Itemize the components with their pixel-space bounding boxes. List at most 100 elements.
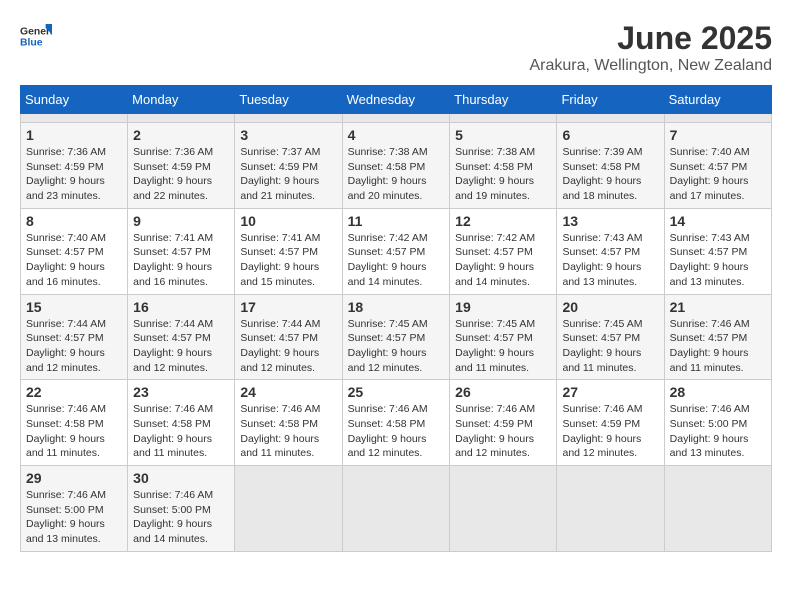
day-info: Sunrise: 7:46 AMSunset: 4:59 PMDaylight:… <box>562 402 658 461</box>
day-number: 6 <box>562 127 658 143</box>
header-wednesday: Wednesday <box>342 86 450 114</box>
day-number: 8 <box>26 213 122 229</box>
day-info: Sunrise: 7:40 AMSunset: 4:57 PMDaylight:… <box>26 231 122 290</box>
table-row <box>235 114 342 123</box>
table-row: 15 Sunrise: 7:44 AMSunset: 4:57 PMDayligh… <box>21 294 128 380</box>
day-info: Sunrise: 7:46 AMSunset: 4:58 PMDaylight:… <box>133 402 229 461</box>
day-number: 22 <box>26 384 122 400</box>
day-info: Sunrise: 7:46 AMSunset: 5:00 PMDaylight:… <box>133 488 229 547</box>
calendar-week-row: 22 Sunrise: 7:46 AMSunset: 4:58 PMDayligh… <box>21 380 772 466</box>
table-row: 20 Sunrise: 7:45 AMSunset: 4:57 PMDayligh… <box>557 294 664 380</box>
day-info: Sunrise: 7:46 AMSunset: 5:00 PMDaylight:… <box>26 488 122 547</box>
day-info: Sunrise: 7:38 AMSunset: 4:58 PMDaylight:… <box>348 145 445 204</box>
day-number: 16 <box>133 299 229 315</box>
table-row <box>235 466 342 552</box>
logo: General Blue <box>20 20 52 52</box>
calendar-week-row: 1 Sunrise: 7:36 AMSunset: 4:59 PMDaylight… <box>21 123 772 209</box>
table-row: 18 Sunrise: 7:45 AMSunset: 4:57 PMDayligh… <box>342 294 450 380</box>
calendar-week-row: 8 Sunrise: 7:40 AMSunset: 4:57 PMDaylight… <box>21 208 772 294</box>
table-row <box>21 114 128 123</box>
header-saturday: Saturday <box>664 86 771 114</box>
calendar-table: Sunday Monday Tuesday Wednesday Thursday… <box>20 85 772 552</box>
month-title: June 2025 <box>530 20 773 57</box>
day-number: 30 <box>133 470 229 486</box>
table-row: 3 Sunrise: 7:37 AMSunset: 4:59 PMDaylight… <box>235 123 342 209</box>
day-info: Sunrise: 7:39 AMSunset: 4:58 PMDaylight:… <box>562 145 658 204</box>
day-number: 11 <box>348 213 445 229</box>
day-number: 2 <box>133 127 229 143</box>
table-row: 23 Sunrise: 7:46 AMSunset: 4:58 PMDayligh… <box>128 380 235 466</box>
table-row: 13 Sunrise: 7:43 AMSunset: 4:57 PMDayligh… <box>557 208 664 294</box>
day-info: Sunrise: 7:36 AMSunset: 4:59 PMDaylight:… <box>133 145 229 204</box>
table-row: 7Sunrise: 7:40 AMSunset: 4:57 PMDaylight… <box>664 123 771 209</box>
day-info: Sunrise: 7:42 AMSunset: 4:57 PMDaylight:… <box>348 231 445 290</box>
table-row: 11 Sunrise: 7:42 AMSunset: 4:57 PMDayligh… <box>342 208 450 294</box>
header-monday: Monday <box>128 86 235 114</box>
table-row <box>664 114 771 123</box>
day-number: 12 <box>455 213 551 229</box>
day-number: 21 <box>670 299 766 315</box>
table-row <box>342 466 450 552</box>
day-info: Sunrise: 7:46 AMSunset: 4:58 PMDaylight:… <box>348 402 445 461</box>
day-info: Sunrise: 7:44 AMSunset: 4:57 PMDaylight:… <box>26 317 122 376</box>
table-row: 5Sunrise: 7:38 AMSunset: 4:58 PMDaylight… <box>450 123 557 209</box>
table-row: 22 Sunrise: 7:46 AMSunset: 4:58 PMDayligh… <box>21 380 128 466</box>
table-row: 10Sunrise: 7:41 AMSunset: 4:57 PMDayligh… <box>235 208 342 294</box>
day-number: 15 <box>26 299 122 315</box>
day-number: 18 <box>348 299 445 315</box>
day-number: 25 <box>348 384 445 400</box>
day-number: 24 <box>240 384 336 400</box>
day-number: 9 <box>133 213 229 229</box>
day-info: Sunrise: 7:45 AMSunset: 4:57 PMDaylight:… <box>562 317 658 376</box>
day-info: Sunrise: 7:37 AMSunset: 4:59 PMDaylight:… <box>240 145 336 204</box>
calendar-week-row: 15 Sunrise: 7:44 AMSunset: 4:57 PMDayligh… <box>21 294 772 380</box>
table-row: 26 Sunrise: 7:46 AMSunset: 4:59 PMDayligh… <box>450 380 557 466</box>
day-info: Sunrise: 7:46 AMSunset: 4:59 PMDaylight:… <box>455 402 551 461</box>
day-number: 28 <box>670 384 766 400</box>
day-number: 5 <box>455 127 551 143</box>
day-info: Sunrise: 7:40 AMSunset: 4:57 PMDaylight:… <box>670 145 766 204</box>
day-info: Sunrise: 7:43 AMSunset: 4:57 PMDaylight:… <box>562 231 658 290</box>
day-info: Sunrise: 7:43 AMSunset: 4:57 PMDaylight:… <box>670 231 766 290</box>
day-number: 1 <box>26 127 122 143</box>
table-row: 12 Sunrise: 7:42 AMSunset: 4:57 PMDayligh… <box>450 208 557 294</box>
day-info: Sunrise: 7:46 AMSunset: 5:00 PMDaylight:… <box>670 402 766 461</box>
day-number: 17 <box>240 299 336 315</box>
day-number: 4 <box>348 127 445 143</box>
day-info: Sunrise: 7:45 AMSunset: 4:57 PMDaylight:… <box>348 317 445 376</box>
logo-icon: General Blue <box>20 20 52 52</box>
table-row: 9 Sunrise: 7:41 AMSunset: 4:57 PMDaylight… <box>128 208 235 294</box>
table-row: 28 Sunrise: 7:46 AMSunset: 5:00 PMDayligh… <box>664 380 771 466</box>
day-info: Sunrise: 7:36 AMSunset: 4:59 PMDaylight:… <box>26 145 122 204</box>
table-row: 14Sunrise: 7:43 AMSunset: 4:57 PMDayligh… <box>664 208 771 294</box>
calendar-week-row: 29 Sunrise: 7:46 AMSunset: 5:00 PMDayligh… <box>21 466 772 552</box>
day-number: 19 <box>455 299 551 315</box>
day-number: 10 <box>240 213 336 229</box>
day-number: 13 <box>562 213 658 229</box>
table-row: 2 Sunrise: 7:36 AMSunset: 4:59 PMDaylight… <box>128 123 235 209</box>
table-row: 6 Sunrise: 7:39 AMSunset: 4:58 PMDaylight… <box>557 123 664 209</box>
table-row: 24Sunrise: 7:46 AMSunset: 4:58 PMDayligh… <box>235 380 342 466</box>
day-number: 29 <box>26 470 122 486</box>
table-row: 29 Sunrise: 7:46 AMSunset: 5:00 PMDayligh… <box>21 466 128 552</box>
day-info: Sunrise: 7:46 AMSunset: 4:58 PMDaylight:… <box>26 402 122 461</box>
table-row: 1 Sunrise: 7:36 AMSunset: 4:59 PMDaylight… <box>21 123 128 209</box>
table-row <box>450 466 557 552</box>
table-row <box>557 114 664 123</box>
day-info: Sunrise: 7:41 AMSunset: 4:57 PMDaylight:… <box>133 231 229 290</box>
location-title: Arakura, Wellington, New Zealand <box>530 57 773 75</box>
day-info: Sunrise: 7:46 AMSunset: 4:57 PMDaylight:… <box>670 317 766 376</box>
table-row: 19 Sunrise: 7:45 AMSunset: 4:57 PMDayligh… <box>450 294 557 380</box>
day-number: 3 <box>240 127 336 143</box>
table-row: 16 Sunrise: 7:44 AMSunset: 4:57 PMDayligh… <box>128 294 235 380</box>
table-row: 4 Sunrise: 7:38 AMSunset: 4:58 PMDaylight… <box>342 123 450 209</box>
day-info: Sunrise: 7:44 AMSunset: 4:57 PMDaylight:… <box>133 317 229 376</box>
day-number: 26 <box>455 384 551 400</box>
day-number: 20 <box>562 299 658 315</box>
page-header: General Blue June 2025 Arakura, Wellingt… <box>20 20 772 75</box>
day-info: Sunrise: 7:42 AMSunset: 4:57 PMDaylight:… <box>455 231 551 290</box>
day-number: 23 <box>133 384 229 400</box>
day-info: Sunrise: 7:45 AMSunset: 4:57 PMDaylight:… <box>455 317 551 376</box>
title-area: June 2025 Arakura, Wellington, New Zeala… <box>530 20 773 75</box>
day-info: Sunrise: 7:44 AMSunset: 4:57 PMDaylight:… <box>240 317 336 376</box>
